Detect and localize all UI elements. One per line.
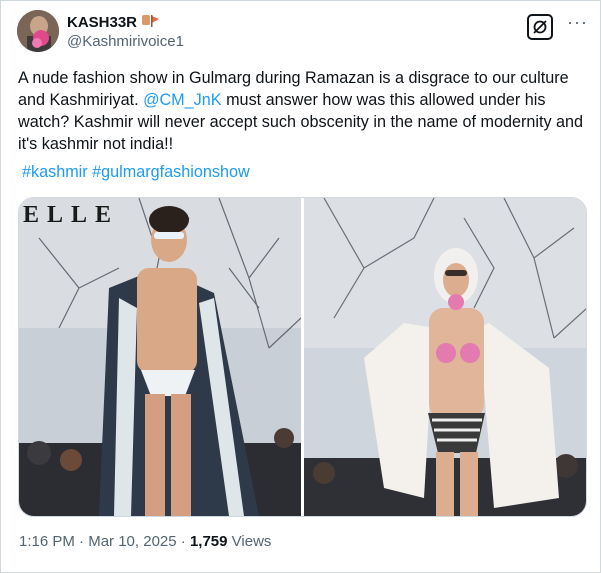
flag-emoji-icon [141,12,161,33]
tweet-text: A nude fashion show in Gulmarg during Ra… [18,67,590,155]
runway-photo-female-model[interactable] [303,198,586,516]
views-label: Views [227,533,272,550]
more-options-icon[interactable]: ··· [567,13,588,31]
hashtag-link[interactable]: #gulmargfashionshow [92,163,249,181]
elle-logo: ELLE [23,202,119,228]
tweet-time[interactable]: 1:16 PM [19,533,75,550]
meta-separator: · [176,533,190,550]
runway-photo-male-model[interactable]: ELLE [19,198,302,516]
avatar[interactable] [17,10,59,52]
media-grid: ELLE [18,197,587,517]
author-handle[interactable]: @Kashmirivoice1 [67,33,184,50]
grok-icon[interactable] [527,14,553,40]
meta-separator: · [74,533,89,550]
tweet-date[interactable]: Mar 10, 2025 [88,533,176,550]
tweet-card: KASH33R @Kashmirivoice1 ··· A nude fashi… [0,0,601,573]
views-count: 1,759 [189,533,228,550]
mention-link[interactable]: @CM_JnK [143,91,222,109]
display-name[interactable]: KASH33R [67,14,137,31]
hashtags: #kashmir #gulmargfashionshow [22,163,250,182]
hashtag-link[interactable]: #kashmir [22,163,88,181]
tweet-meta: 1:16 PM · Mar 10, 2025 · 1,759 Views [19,533,271,550]
